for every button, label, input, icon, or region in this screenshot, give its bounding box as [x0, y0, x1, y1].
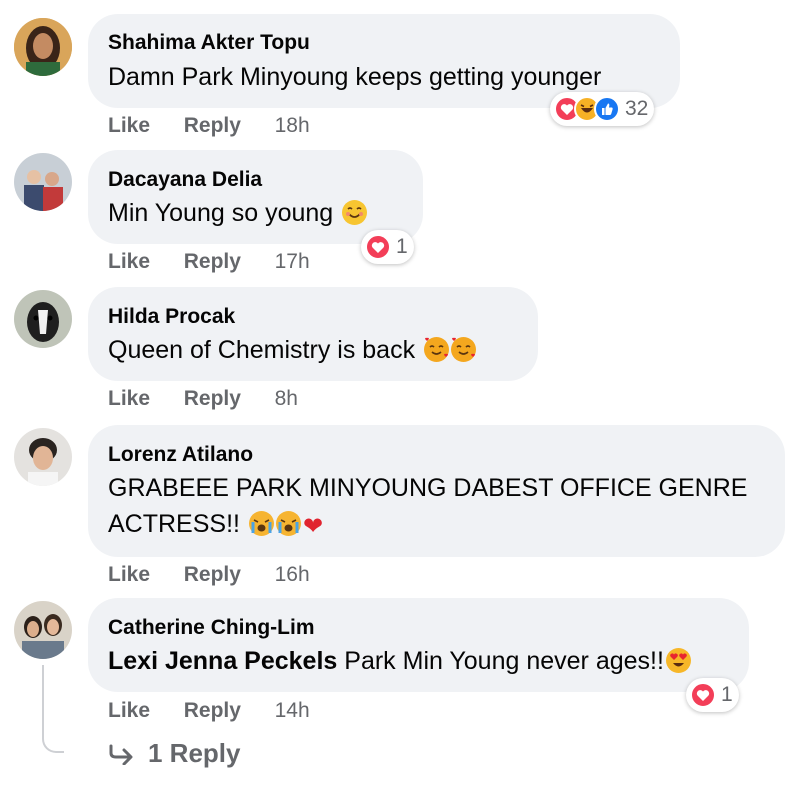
comment-author[interactable]: Catherine Ching-Lim	[108, 616, 315, 640]
reply-button[interactable]: Reply	[184, 563, 241, 586]
comment-actions: Like Reply 14h	[108, 699, 310, 723]
comment-actions: Like Reply 17h	[108, 250, 310, 274]
thread-connector-line	[42, 665, 64, 753]
heart-eyes-emoji-icon	[665, 648, 691, 673]
comment-author[interactable]: Dacayana Delia	[108, 168, 262, 192]
smiling-face-with-hearts-emoji-icon	[424, 337, 450, 362]
comment-text: Min Young so young	[108, 195, 418, 231]
reply-button[interactable]: Reply	[184, 250, 241, 273]
like-button[interactable]: Like	[108, 250, 150, 273]
reaction-count: 32	[625, 97, 649, 120]
comment-timestamp[interactable]: 16h	[275, 563, 310, 586]
avatar[interactable]	[14, 290, 72, 348]
smile-emoji-icon	[342, 200, 368, 225]
love-reaction-icon	[365, 234, 391, 260]
comment-timestamp[interactable]: 14h	[275, 699, 310, 722]
like-button[interactable]: Like	[108, 114, 150, 137]
comment-actions: Like Reply 16h	[108, 563, 310, 587]
comment-text: Lexi Jenna Peckels Park Min Young never …	[108, 643, 743, 679]
comment-text-content: Damn Park Minyoung keeps getting younger	[108, 63, 602, 91]
like-button[interactable]: Like	[108, 563, 150, 586]
like-reaction-icon	[594, 96, 620, 122]
smiling-face-with-hearts-emoji-icon	[451, 337, 477, 362]
comment-text-content: Min Young so young	[108, 199, 334, 227]
avatar[interactable]	[14, 153, 72, 211]
view-replies-label: 1 Reply	[148, 738, 241, 768]
comment-text: Damn Park Minyoung keeps getting younger	[108, 59, 668, 95]
crying-face-emoji-icon	[248, 511, 274, 536]
reaction-summary[interactable]: 1	[686, 678, 739, 712]
reaction-summary[interactable]: 32	[550, 92, 655, 126]
comment-text-content: GRABEEE PARK MINYOUNG DABEST OFFICE GENR…	[108, 474, 748, 538]
reaction-summary[interactable]: 1	[361, 230, 414, 264]
reply-button[interactable]: Reply	[184, 699, 241, 722]
avatar[interactable]	[14, 18, 72, 76]
reply-button[interactable]: Reply	[184, 114, 241, 137]
comment-text: Queen of Chemistry is back	[108, 332, 533, 368]
view-replies-link[interactable]: 1 Reply	[108, 738, 241, 769]
comment-text-content: Queen of Chemistry is back	[108, 336, 416, 364]
comment-actions: Like Reply 8h	[108, 387, 298, 411]
reply-arrow-icon	[109, 744, 133, 765]
comment-timestamp[interactable]: 17h	[275, 250, 310, 273]
comment-timestamp[interactable]: 8h	[275, 387, 298, 410]
crying-face-emoji-icon	[275, 511, 301, 536]
like-button[interactable]: Like	[108, 699, 150, 722]
reply-button[interactable]: Reply	[184, 387, 241, 410]
like-button[interactable]: Like	[108, 387, 150, 410]
avatar[interactable]	[14, 428, 72, 486]
comment-author[interactable]: Shahima Akter Topu	[108, 31, 310, 55]
reaction-count: 1	[721, 683, 733, 706]
reaction-count: 1	[396, 235, 408, 258]
red-heart-emoji-icon: ❤	[302, 513, 324, 540]
comment-author[interactable]: Lorenz Atilano	[108, 443, 253, 467]
comment-text-content: Park Min Young never ages!!	[344, 647, 664, 675]
comment-text: GRABEEE PARK MINYOUNG DABEST OFFICE GENR…	[108, 470, 773, 542]
comment-timestamp[interactable]: 18h	[275, 114, 310, 137]
comment-author[interactable]: Hilda Procak	[108, 305, 235, 329]
mention-link[interactable]: Lexi Jenna Peckels	[108, 647, 337, 675]
avatar[interactable]	[14, 601, 72, 659]
comment-actions: Like Reply 18h	[108, 114, 310, 138]
love-reaction-icon	[690, 682, 716, 708]
